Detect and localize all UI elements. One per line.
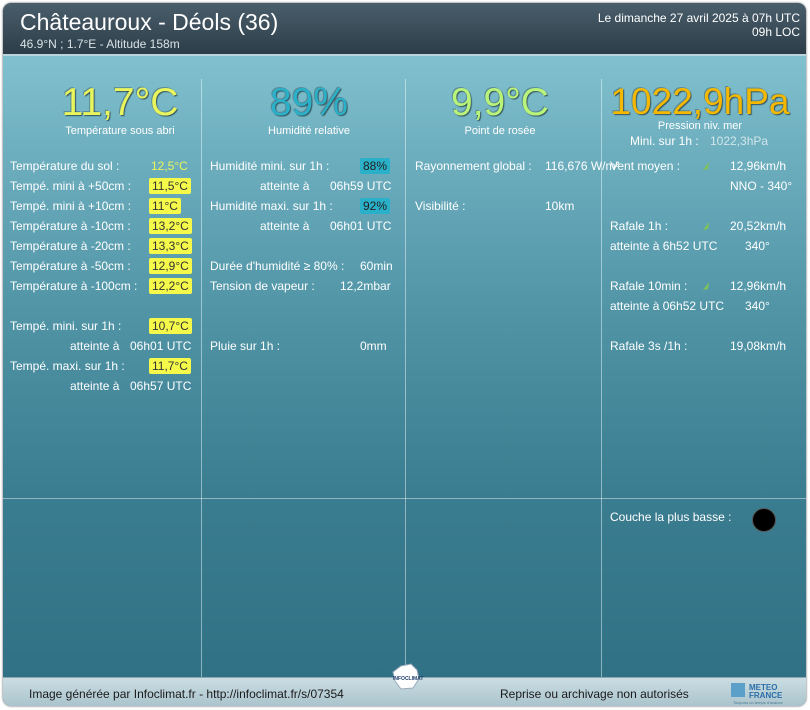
infoclimat-logo: INFOCLIMAT <box>392 663 423 690</box>
temp-label: Température à -10cm : <box>10 219 131 233</box>
pressure-min-value: 1022,3hPa <box>710 134 769 148</box>
pressure-label: Pression niv. mer <box>657 120 743 132</box>
wet-duration-value: 60min <box>360 259 393 273</box>
wind-arrow-icon <box>703 222 709 230</box>
weather-panel: Châteauroux - Déols (36) 46.9°N ; 1.7°E … <box>3 3 806 706</box>
gust-1h-label: Rafale 1h : <box>610 219 669 233</box>
vapor-pressure-value: 12,2mbar <box>340 279 391 293</box>
wind-value: 12,96km/h <box>730 159 787 173</box>
temp-max-badge: 11,7°C <box>149 358 191 374</box>
footer-credit: Image générée par Infoclimat.fr - http:/… <box>29 687 344 701</box>
hum-max-label: Humidité maxi. sur 1h : <box>210 199 333 213</box>
dewpoint-value: 9,9°C <box>451 81 549 124</box>
svg-text:INFOCLIMAT: INFOCLIMAT <box>393 676 423 682</box>
temp-label: Température à -100cm : <box>10 279 138 293</box>
station-name: Châteauroux - Déols (36) <box>20 9 279 35</box>
gust-10min-label: Rafale 10min : <box>610 279 688 293</box>
hum-min-at-value: 06h59 UTC <box>330 179 392 193</box>
soil-temp-label: Température du sol : <box>10 159 120 173</box>
temp-badge: 11,5°C <box>149 178 191 194</box>
temp-max-at-label: atteinte à <box>70 379 120 393</box>
local-time: 09h LOC <box>751 25 800 39</box>
gust-10min-time: atteinte à 06h52 UTC <box>610 299 725 313</box>
pressure-min-label: Mini. sur 1h : <box>630 134 699 148</box>
temp-label: Tempé. mini à +50cm : <box>10 179 132 193</box>
row-divider <box>3 498 806 499</box>
header-bar: Châteauroux - Déols (36) 46.9°N ; 1.7°E … <box>3 3 806 56</box>
temp-label: Tempé. mini à +10cm : <box>10 199 132 213</box>
wind-arrow-icon <box>703 282 709 290</box>
temp-badge: 13,3°C <box>149 238 192 254</box>
rain-value: 0mm <box>360 339 387 353</box>
gust-1h-time: atteinte à 6h52 UTC <box>610 239 718 253</box>
temp-min-at-value: 06h01 UTC <box>130 339 192 353</box>
temp-badge: 12,9°C <box>149 258 192 274</box>
soil-temp-value: 12,5°C <box>151 159 188 173</box>
footer-rights: Reprise ou archivage non autorisés <box>500 687 689 701</box>
temp-max-label: Tempé. maxi. sur 1h : <box>10 359 125 373</box>
temp-min-label: Tempé. mini. sur 1h : <box>10 319 122 333</box>
pressure-value: 1022,9hPa <box>610 81 790 122</box>
radiation-label: Rayonnement global : <box>415 159 532 173</box>
hum-max-at-label: atteinte à <box>260 219 310 233</box>
column-divider <box>405 79 406 677</box>
vapor-pressure-label: Tension de vapeur : <box>210 279 315 293</box>
gust-3s-value: 19,08km/h <box>730 339 787 353</box>
wind-direction: NNO - 340° <box>730 179 793 193</box>
dewpoint-label: Point de rosée <box>464 125 536 137</box>
temp-min-at-label: atteinte à <box>70 339 120 353</box>
temp-badge: 12,2°C <box>149 278 192 294</box>
observation-time: Le dimanche 27 avril 2025 à 07h UTC 09h … <box>598 11 800 39</box>
column-divider <box>201 79 202 677</box>
hum-max-at-value: 06h01 UTC <box>330 219 392 233</box>
gust-10min-value: 12,96km/h <box>730 279 787 293</box>
temperature-label: Température sous abri <box>65 125 175 137</box>
temp-max-at-value: 06h57 UTC <box>130 379 192 393</box>
temp-label: Température à -50cm : <box>10 259 131 273</box>
gust-1h-value: 20,52km/h <box>730 219 787 233</box>
temperature-value: 11,7°C <box>61 81 179 124</box>
temp-badge: 13,2°C <box>149 218 192 234</box>
gust-3s-label: Rafale 3s /1h : <box>610 339 688 353</box>
cloud-base-label: Couche la plus basse : <box>610 510 732 524</box>
svg-text:Toujours un temps d'avance: Toujours un temps d'avance <box>733 700 783 705</box>
visibility-value: 10km <box>545 199 575 213</box>
humidity-label: Humidité relative <box>268 125 350 137</box>
hum-min-at-label: atteinte à <box>260 179 310 193</box>
hum-min-badge: 88% <box>360 158 391 174</box>
wind-label: Vent moyen : <box>610 159 681 173</box>
sky-cover-icon <box>752 508 776 532</box>
gust-10min-direction: 340° <box>745 299 770 313</box>
gust-1h-direction: 340° <box>745 239 770 253</box>
svg-text:FRANCE: FRANCE <box>749 691 783 700</box>
date-line: Le dimanche 27 avril 2025 à 07h UTC <box>597 11 800 25</box>
hum-max-badge: 92% <box>360 198 391 214</box>
rain-label: Pluie sur 1h : <box>210 339 281 353</box>
station-coords: 46.9°N ; 1.7°E - Altitude 158m <box>20 37 180 51</box>
wet-duration-label: Durée d'humidité ≥ 80% : <box>210 259 345 273</box>
visibility-label: Visibilité : <box>415 199 466 213</box>
temp-badge: 11°C <box>149 198 181 214</box>
wind-arrow-icon <box>703 162 709 170</box>
hum-min-label: Humidité mini. sur 1h : <box>210 159 330 173</box>
meteo-france-logo: METEO FRANCE Toujours un temps d'avance <box>731 683 783 705</box>
temp-min-badge: 10,7°C <box>149 318 192 334</box>
temp-label: Température à -20cm : <box>10 239 131 253</box>
humidity-value: 89% <box>269 81 349 124</box>
